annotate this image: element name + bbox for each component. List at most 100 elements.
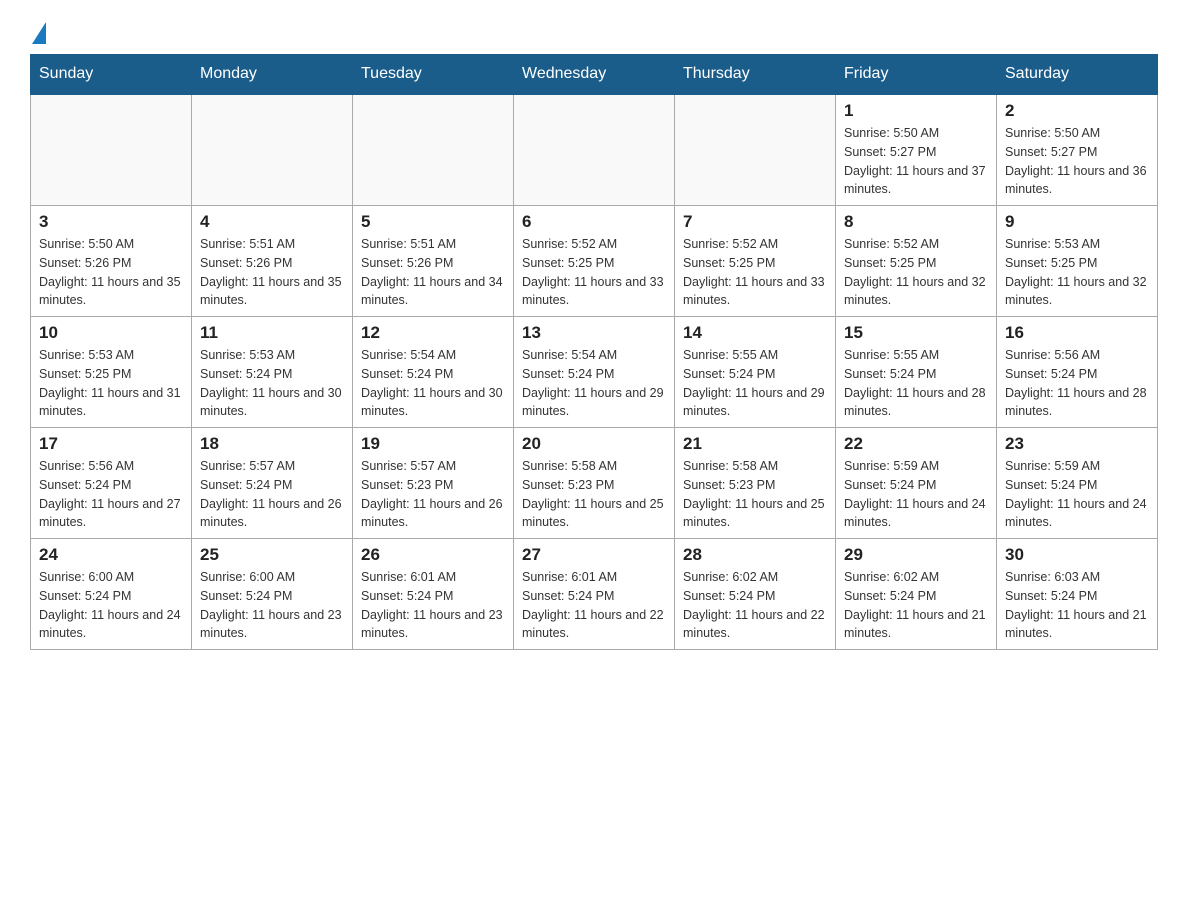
day-info: Sunrise: 5:50 AMSunset: 5:27 PMDaylight:… [844,124,988,199]
day-number: 5 [361,212,505,232]
calendar-cell: 28 Sunrise: 6:02 AMSunset: 5:24 PMDayligh… [675,539,836,650]
calendar-cell [514,94,675,206]
day-info: Sunrise: 5:55 AMSunset: 5:24 PMDaylight:… [683,346,827,421]
day-number: 28 [683,545,827,565]
logo [30,20,46,44]
day-number: 29 [844,545,988,565]
logo-triangle-icon [32,22,46,44]
weekday-header-row: SundayMondayTuesdayWednesdayThursdayFrid… [31,55,1158,95]
calendar-cell: 13 Sunrise: 5:54 AMSunset: 5:24 PMDayligh… [514,317,675,428]
calendar-cell: 1 Sunrise: 5:50 AMSunset: 5:27 PMDaylight… [836,94,997,206]
calendar-cell: 12 Sunrise: 5:54 AMSunset: 5:24 PMDayligh… [353,317,514,428]
calendar-cell: 30 Sunrise: 6:03 AMSunset: 5:24 PMDayligh… [997,539,1158,650]
day-info: Sunrise: 5:55 AMSunset: 5:24 PMDaylight:… [844,346,988,421]
day-info: Sunrise: 5:56 AMSunset: 5:24 PMDaylight:… [39,457,183,532]
day-number: 23 [1005,434,1149,454]
calendar-week-4: 17 Sunrise: 5:56 AMSunset: 5:24 PMDayligh… [31,428,1158,539]
calendar-cell: 14 Sunrise: 5:55 AMSunset: 5:24 PMDayligh… [675,317,836,428]
weekday-header-wednesday: Wednesday [514,55,675,95]
weekday-header-sunday: Sunday [31,55,192,95]
day-number: 15 [844,323,988,343]
day-info: Sunrise: 5:58 AMSunset: 5:23 PMDaylight:… [683,457,827,532]
day-number: 14 [683,323,827,343]
day-number: 27 [522,545,666,565]
calendar-cell: 10 Sunrise: 5:53 AMSunset: 5:25 PMDayligh… [31,317,192,428]
day-info: Sunrise: 5:50 AMSunset: 5:27 PMDaylight:… [1005,124,1149,199]
calendar-cell: 15 Sunrise: 5:55 AMSunset: 5:24 PMDayligh… [836,317,997,428]
calendar-cell: 5Sunrise: 5:51 AMSunset: 5:26 PMDaylight… [353,206,514,317]
day-number: 16 [1005,323,1149,343]
day-info: Sunrise: 5:52 AMSunset: 5:25 PMDaylight:… [683,235,827,310]
calendar-cell: 22 Sunrise: 5:59 AMSunset: 5:24 PMDayligh… [836,428,997,539]
weekday-header-monday: Monday [192,55,353,95]
calendar-cell: 18 Sunrise: 5:57 AMSunset: 5:24 PMDayligh… [192,428,353,539]
day-info: Sunrise: 5:59 AMSunset: 5:24 PMDaylight:… [1005,457,1149,532]
day-info: Sunrise: 5:54 AMSunset: 5:24 PMDaylight:… [361,346,505,421]
day-number: 24 [39,545,183,565]
day-info: Sunrise: 5:51 AMSunset: 5:26 PMDaylight:… [200,235,344,310]
day-number: 22 [844,434,988,454]
day-number: 20 [522,434,666,454]
calendar-cell: 9 Sunrise: 5:53 AMSunset: 5:25 PMDaylight… [997,206,1158,317]
day-info: Sunrise: 6:02 AMSunset: 5:24 PMDaylight:… [844,568,988,643]
day-number: 1 [844,101,988,121]
day-info: Sunrise: 5:57 AMSunset: 5:23 PMDaylight:… [361,457,505,532]
day-number: 30 [1005,545,1149,565]
calendar-cell: 3 Sunrise: 5:50 AMSunset: 5:26 PMDaylight… [31,206,192,317]
weekday-header-tuesday: Tuesday [353,55,514,95]
day-info: Sunrise: 5:53 AMSunset: 5:25 PMDaylight:… [39,346,183,421]
calendar-cell: 19 Sunrise: 5:57 AMSunset: 5:23 PMDayligh… [353,428,514,539]
day-number: 7 [683,212,827,232]
day-number: 10 [39,323,183,343]
day-number: 2 [1005,101,1149,121]
calendar-cell: 7 Sunrise: 5:52 AMSunset: 5:25 PMDaylight… [675,206,836,317]
calendar-cell: 26 Sunrise: 6:01 AMSunset: 5:24 PMDayligh… [353,539,514,650]
calendar-cell: 4Sunrise: 5:51 AMSunset: 5:26 PMDaylight… [192,206,353,317]
calendar-cell: 8Sunrise: 5:52 AMSunset: 5:25 PMDaylight… [836,206,997,317]
calendar-cell: 23 Sunrise: 5:59 AMSunset: 5:24 PMDayligh… [997,428,1158,539]
calendar-cell: 21 Sunrise: 5:58 AMSunset: 5:23 PMDayligh… [675,428,836,539]
calendar-cell [675,94,836,206]
day-info: Sunrise: 6:00 AMSunset: 5:24 PMDaylight:… [200,568,344,643]
day-info: Sunrise: 5:57 AMSunset: 5:24 PMDaylight:… [200,457,344,532]
day-number: 11 [200,323,344,343]
weekday-header-friday: Friday [836,55,997,95]
calendar-week-3: 10 Sunrise: 5:53 AMSunset: 5:25 PMDayligh… [31,317,1158,428]
day-number: 6 [522,212,666,232]
calendar-cell [192,94,353,206]
calendar-week-5: 24 Sunrise: 6:00 AMSunset: 5:24 PMDayligh… [31,539,1158,650]
weekday-header-saturday: Saturday [997,55,1158,95]
day-number: 17 [39,434,183,454]
calendar-cell: 20Sunrise: 5:58 AMSunset: 5:23 PMDayligh… [514,428,675,539]
calendar-cell: 2 Sunrise: 5:50 AMSunset: 5:27 PMDaylight… [997,94,1158,206]
page-header [30,20,1158,44]
day-info: Sunrise: 6:00 AMSunset: 5:24 PMDaylight:… [39,568,183,643]
day-number: 13 [522,323,666,343]
calendar-cell: 25 Sunrise: 6:00 AMSunset: 5:24 PMDayligh… [192,539,353,650]
day-number: 3 [39,212,183,232]
calendar-cell: 24 Sunrise: 6:00 AMSunset: 5:24 PMDayligh… [31,539,192,650]
weekday-header-thursday: Thursday [675,55,836,95]
day-number: 26 [361,545,505,565]
day-info: Sunrise: 5:50 AMSunset: 5:26 PMDaylight:… [39,235,183,310]
day-info: Sunrise: 6:02 AMSunset: 5:24 PMDaylight:… [683,568,827,643]
day-info: Sunrise: 5:54 AMSunset: 5:24 PMDaylight:… [522,346,666,421]
day-info: Sunrise: 5:53 AMSunset: 5:25 PMDaylight:… [1005,235,1149,310]
calendar-table: SundayMondayTuesdayWednesdayThursdayFrid… [30,54,1158,650]
calendar-week-1: 1 Sunrise: 5:50 AMSunset: 5:27 PMDaylight… [31,94,1158,206]
day-info: Sunrise: 6:01 AMSunset: 5:24 PMDaylight:… [361,568,505,643]
day-number: 19 [361,434,505,454]
day-number: 21 [683,434,827,454]
day-info: Sunrise: 5:59 AMSunset: 5:24 PMDaylight:… [844,457,988,532]
day-number: 12 [361,323,505,343]
calendar-cell: 29 Sunrise: 6:02 AMSunset: 5:24 PMDayligh… [836,539,997,650]
day-number: 9 [1005,212,1149,232]
day-info: Sunrise: 6:03 AMSunset: 5:24 PMDaylight:… [1005,568,1149,643]
day-number: 18 [200,434,344,454]
day-info: Sunrise: 6:01 AMSunset: 5:24 PMDaylight:… [522,568,666,643]
day-number: 25 [200,545,344,565]
day-info: Sunrise: 5:52 AMSunset: 5:25 PMDaylight:… [844,235,988,310]
day-info: Sunrise: 5:56 AMSunset: 5:24 PMDaylight:… [1005,346,1149,421]
calendar-cell: 6Sunrise: 5:52 AMSunset: 5:25 PMDaylight… [514,206,675,317]
day-info: Sunrise: 5:53 AMSunset: 5:24 PMDaylight:… [200,346,344,421]
